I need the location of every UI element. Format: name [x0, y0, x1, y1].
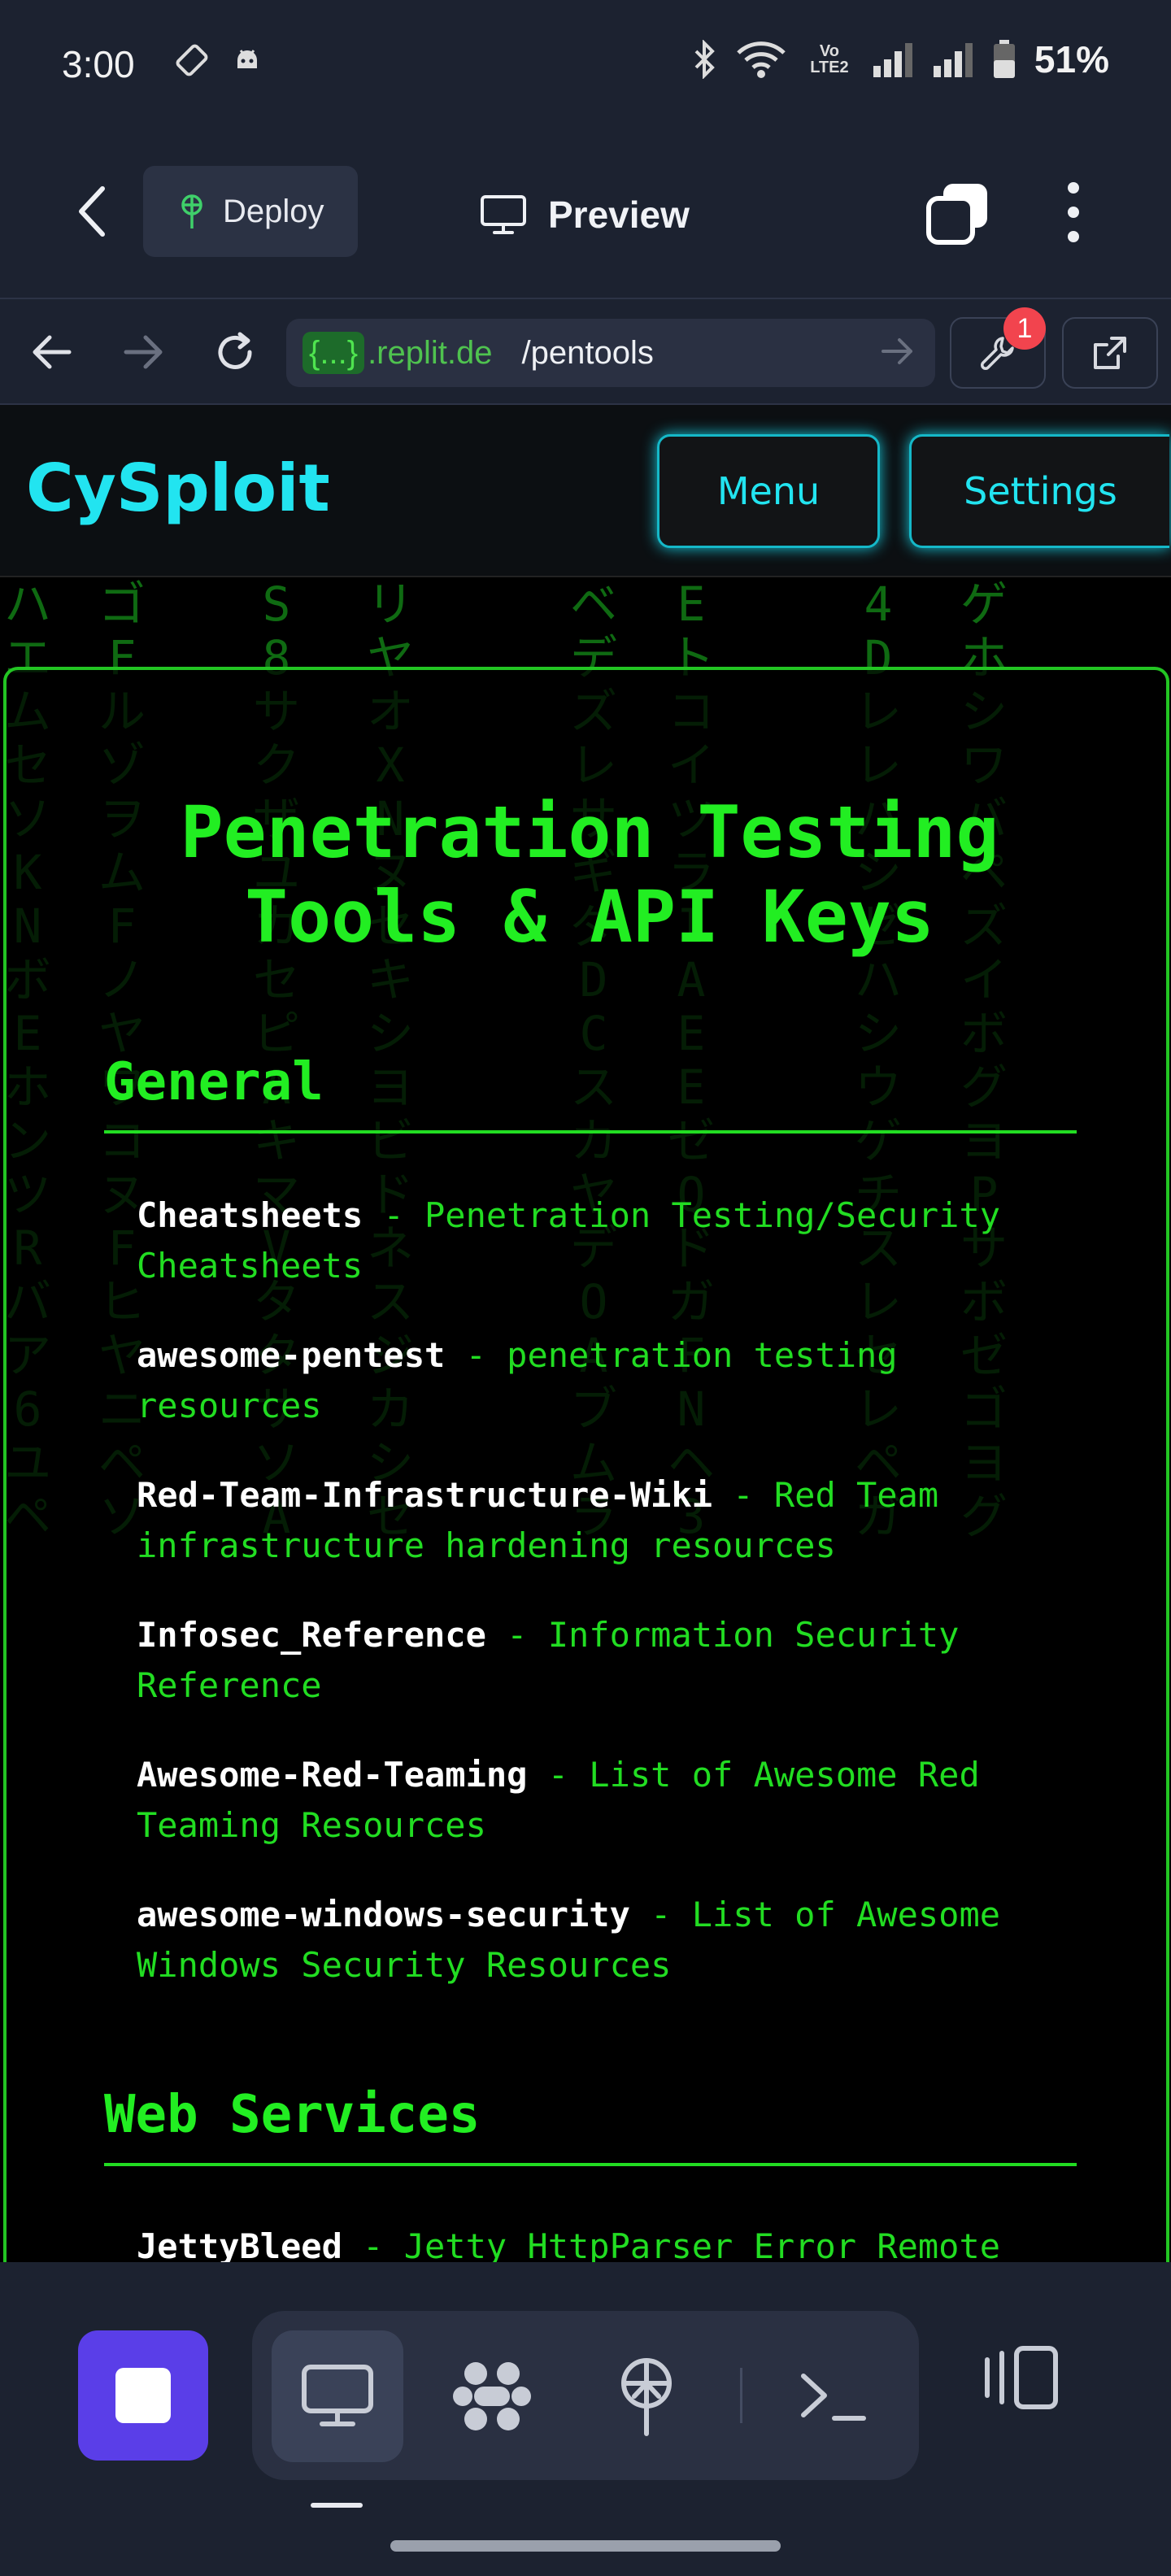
preview-tool-button[interactable]	[272, 2330, 403, 2462]
tabs-switcher-button[interactable]	[924, 179, 992, 247]
tool-item: Awesome-Red-Teaming - List of Awesome Re…	[137, 1750, 1072, 1851]
status-bar: 3:00 Vo LTE2 51%	[0, 0, 1171, 130]
bottom-dock	[0, 2262, 1171, 2576]
arrow-left-icon	[33, 335, 72, 369]
deploy-label: Deploy	[223, 193, 324, 229]
tool-switcher	[252, 2311, 919, 2480]
page-title: Penetration Testing Tools & API Keys	[7, 790, 1171, 959]
external-link-icon	[1094, 337, 1126, 369]
status-time: 3:00	[62, 43, 135, 85]
panels-button[interactable]	[981, 2343, 1062, 2415]
tool-description: - Jetty HttpParser Error Remote	[342, 2226, 1001, 2262]
tool-item: JettyBleed - Jetty HttpParser Error Remo…	[137, 2221, 1072, 2262]
stop-button[interactable]	[78, 2330, 208, 2461]
tool-list-general: Cheatsheets - Penetration Testing/Securi…	[137, 1190, 1072, 2030]
deploy-icon	[181, 194, 202, 228]
monitor-icon	[302, 2365, 373, 2426]
tool-divider	[740, 2368, 742, 2423]
go-arrow-icon[interactable]	[880, 333, 916, 369]
menu-button[interactable]: Menu	[657, 434, 880, 548]
url-host-domain: .replit.de	[368, 334, 493, 371]
stop-icon	[115, 2368, 171, 2423]
bluetooth-icon	[694, 40, 715, 79]
url-bar[interactable]: {...} .replit.de /pentools	[286, 319, 935, 387]
preview-label: Preview	[548, 194, 690, 236]
deployments-tool-button[interactable]	[581, 2330, 712, 2462]
wifi-icon	[737, 41, 786, 78]
section-title-general: General	[104, 1052, 1077, 1134]
status-right-group: Vo LTE2 51%	[693, 37, 1109, 81]
android-icon	[229, 42, 265, 78]
console-tool-button[interactable]	[768, 2330, 899, 2462]
back-button[interactable]	[68, 179, 117, 244]
deploy-icon	[621, 2358, 672, 2436]
battery-icon	[993, 40, 1015, 78]
page-title-line2: Tools & API Keys	[245, 875, 934, 959]
reload-button[interactable]	[207, 324, 263, 381]
browser-toolbar: {...} .replit.de /pentools 1	[0, 298, 1171, 405]
signal-icon	[933, 43, 973, 77]
devtools-badge: 1	[1003, 307, 1046, 350]
devtools-button[interactable]: 1	[950, 307, 1046, 389]
site-brand[interactable]: CySploit	[26, 450, 330, 526]
section-title-web-services: Web Services	[104, 2085, 1077, 2166]
tool-item: Infosec_Reference - Information Security…	[137, 1610, 1072, 1711]
url-host: {...} .replit.de	[303, 331, 493, 374]
monitor-icon	[481, 195, 526, 234]
tool-item: Red-Team-Infrastructure-Wiki - Red Team …	[137, 1470, 1072, 1571]
arrow-right-icon	[124, 335, 163, 369]
more-options-button[interactable]	[1057, 176, 1090, 249]
terminal-icon	[801, 2374, 866, 2421]
battery-percent: 51%	[1034, 38, 1109, 80]
volte-icon: Vo LTE2	[810, 42, 849, 76]
agent-tool-button[interactable]	[426, 2330, 558, 2462]
settings-button[interactable]: Settings	[909, 434, 1169, 548]
chevron-left-icon	[79, 186, 105, 237]
tool-list-web-services: JettyBleed - Jetty HttpParser Error Remo…	[137, 2221, 1072, 2262]
panels-icon	[985, 2346, 1058, 2409]
site-header: CySploit Menu Settings	[0, 405, 1171, 577]
signal-icon	[873, 43, 912, 77]
open-external-button[interactable]	[1062, 317, 1158, 389]
tool-item: awesome-windows-security - List of Aweso…	[137, 1890, 1072, 1991]
url-host-tag: {...}	[303, 331, 365, 374]
auto-rotate-icon	[174, 42, 210, 78]
browser-back-button[interactable]	[23, 324, 80, 381]
tool-link[interactable]: awesome-pentest	[137, 1335, 445, 1375]
deploy-button[interactable]: Deploy	[143, 166, 358, 257]
tool-link[interactable]: Infosec_Reference	[137, 1615, 486, 1655]
page-title-line1: Penetration Testing	[180, 790, 999, 874]
refresh-icon	[218, 332, 252, 369]
tool-item: Cheatsheets - Penetration Testing/Securi…	[137, 1190, 1072, 1291]
tool-link[interactable]: awesome-windows-security	[137, 1895, 630, 1934]
url-path: /pentools	[521, 334, 654, 371]
tool-item: awesome-pentest - penetration testing re…	[137, 1330, 1072, 1431]
webpage-viewport: CySploit Menu Settings ハ エ ム セ ソ K N ボ E…	[0, 405, 1171, 2262]
preview-tab[interactable]: Preview	[480, 174, 690, 255]
tool-link[interactable]: Cheatsheets	[137, 1195, 363, 1235]
active-tool-indicator	[311, 2503, 363, 2508]
agent-icon	[453, 2362, 531, 2430]
tool-link[interactable]: JettyBleed	[137, 2226, 342, 2262]
tool-link[interactable]: Awesome-Red-Teaming	[137, 1755, 527, 1795]
tabs-icon	[926, 184, 987, 245]
app-header: Deploy Preview	[0, 130, 1171, 298]
browser-forward-button[interactable]	[115, 324, 172, 381]
home-indicator[interactable]	[390, 2540, 781, 2552]
content-card: Penetration Testing Tools & API Keys Gen…	[3, 667, 1169, 2262]
tool-link[interactable]: Red-Team-Infrastructure-Wiki	[137, 1475, 712, 1515]
